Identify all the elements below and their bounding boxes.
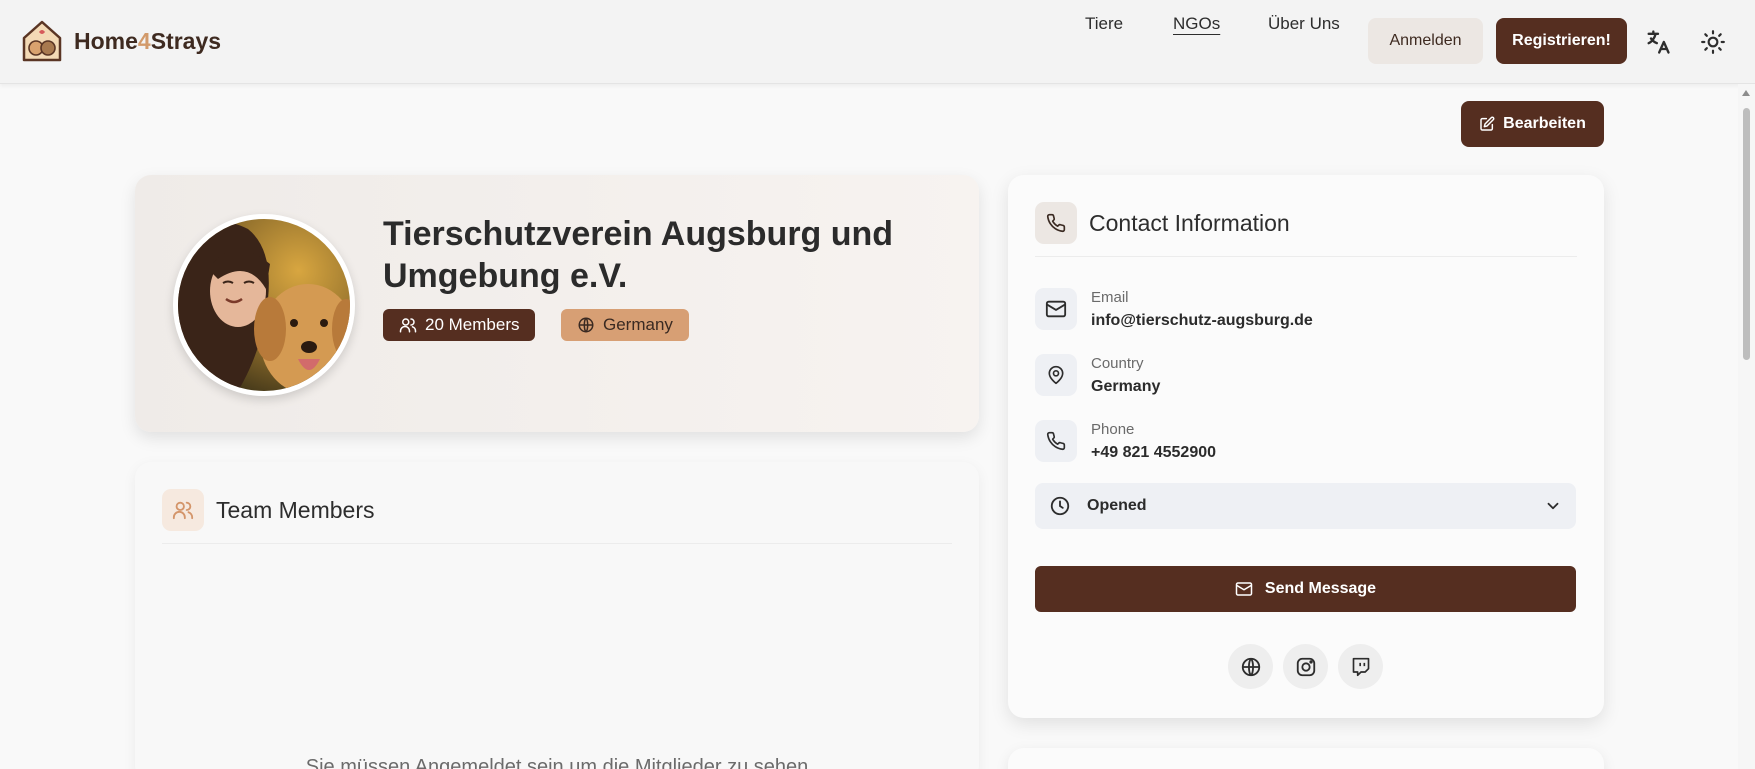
scrollbar-thumb[interactable] — [1743, 108, 1750, 360]
register-button[interactable]: Registrieren! — [1496, 18, 1627, 64]
nav-link-animals[interactable]: Tiere — [1085, 14, 1123, 34]
opening-hours-dropdown[interactable]: Opened — [1035, 483, 1576, 529]
members-count-badge: 20 Members — [383, 309, 536, 341]
clock-icon — [1050, 496, 1070, 516]
users-icon — [162, 489, 204, 531]
send-message-button[interactable]: Send Message — [1035, 566, 1576, 612]
email-label: Email — [1091, 289, 1129, 306]
nav-link-about[interactable]: Über Uns — [1268, 14, 1340, 34]
translate-icon[interactable] — [1641, 25, 1675, 59]
team-members-title: Team Members — [216, 497, 375, 523]
twitch-icon — [1352, 657, 1369, 676]
instagram-link[interactable] — [1283, 644, 1328, 689]
country-label: Country — [1091, 355, 1144, 372]
phone-icon — [1035, 420, 1077, 462]
email-value[interactable]: info@tierschutz-augsburg.de — [1091, 310, 1313, 332]
contact-information-header: Contact Information — [1035, 202, 1577, 257]
login-button[interactable]: Anmelden — [1368, 18, 1483, 64]
team-members-card: Team Members Sie müssen Angemeldet sein … — [135, 462, 979, 769]
contact-information-card: Contact Information Email info@tierschut… — [1008, 175, 1604, 718]
country-badge: Germany — [561, 309, 689, 341]
house-pets-logo-icon — [22, 20, 62, 62]
phone-label: Phone — [1091, 421, 1135, 438]
twitch-link[interactable] — [1338, 644, 1383, 689]
login-required-message: Sie müssen Angemeldet sein um die Mitgli… — [305, 756, 809, 769]
brand-logo-link[interactable]: Home4Strays — [20, 18, 221, 64]
country-value: Germany — [1091, 378, 1161, 395]
mail-icon — [1235, 582, 1253, 596]
website-link[interactable] — [1228, 644, 1273, 689]
ngo-avatar — [173, 214, 355, 396]
phone-icon — [1035, 202, 1077, 244]
globe-icon — [1241, 657, 1260, 676]
chevron-down-icon — [1547, 502, 1559, 510]
page-scrollbar[interactable] — [1738, 84, 1755, 769]
phone-value[interactable]: +49 821 4552900 — [1091, 442, 1216, 464]
globe-icon — [578, 317, 594, 333]
edit-button-label: Bearbeiten — [1503, 115, 1586, 132]
instagram-icon — [1296, 657, 1315, 676]
users-icon — [399, 318, 417, 333]
contact-phone-row: Phone +49 821 4552900 — [1035, 420, 1216, 464]
contact-information-title: Contact Information — [1089, 210, 1290, 236]
scroll-up-arrow-icon[interactable] — [1742, 90, 1750, 96]
opening-hours-label: Opened — [1087, 497, 1147, 514]
sun-icon[interactable] — [1696, 25, 1730, 59]
edit-button[interactable]: Bearbeiten — [1461, 101, 1604, 147]
edit-icon — [1480, 116, 1495, 131]
map-pin-icon — [1035, 354, 1077, 396]
team-members-header: Team Members — [162, 489, 952, 544]
country-badge-label: Germany — [603, 315, 673, 334]
next-sidebar-card — [1008, 748, 1604, 769]
mail-icon — [1035, 288, 1077, 330]
contact-country-row: Country Germany — [1035, 354, 1160, 398]
send-message-label: Send Message — [1264, 580, 1377, 597]
ngo-name-heading: Tierschutzverein Augsburg und Umgebung e… — [383, 215, 894, 295]
top-navigation-bar: Home4Strays Tiere NGOs Über Uns Anmelden… — [0, 0, 1755, 84]
brand-name: Home4Strays — [74, 27, 222, 54]
ngo-profile-card: Tierschutzverein Augsburg und Umgebung e… — [135, 175, 979, 432]
nav-link-ngos[interactable]: NGOs — [1173, 14, 1220, 34]
contact-email-row: Email info@tierschutz-augsburg.de — [1035, 288, 1313, 332]
members-count-label: 20 Members — [425, 315, 520, 334]
